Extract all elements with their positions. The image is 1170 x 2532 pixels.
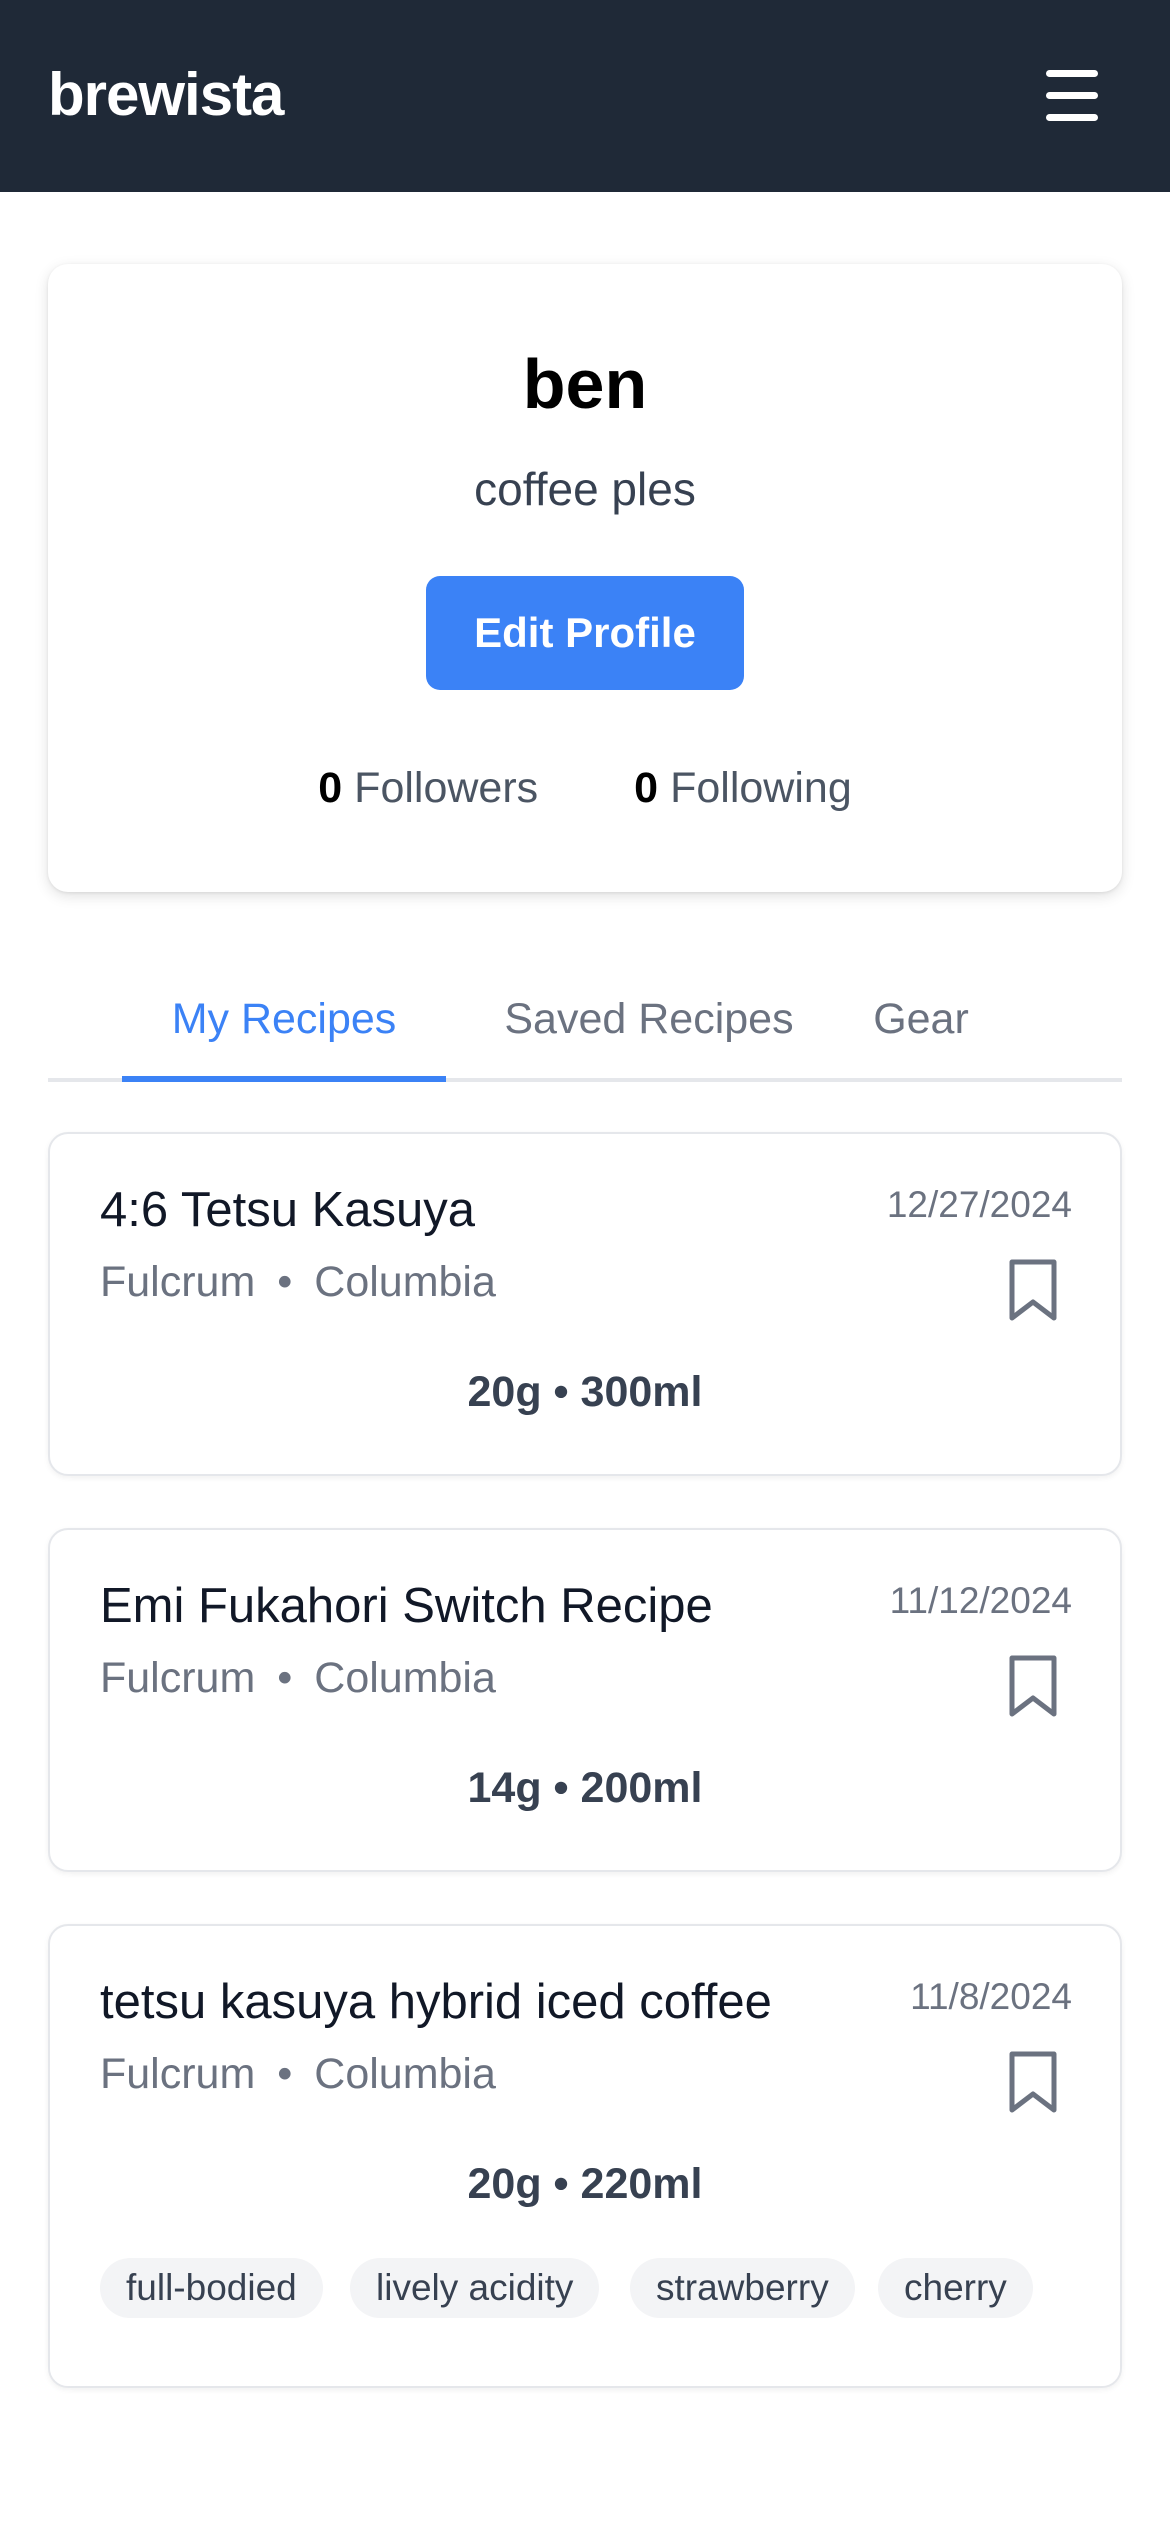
recipe-title[interactable]: 4:6 Tetsu Kasuya [100, 1182, 475, 1238]
profile-username: ben [522, 345, 648, 423]
recipe-roaster: Fulcrum [100, 1258, 256, 1306]
top-navbar: brewista [0, 0, 1170, 192]
recipe-origin: Fulcrum • Columbia [100, 1654, 496, 1703]
recipe-origin: Fulcrum • Columbia [100, 2050, 496, 2099]
tab-saved-recipes[interactable]: Saved Recipes [494, 984, 804, 1082]
tag-chip[interactable]: cherry [878, 2258, 1033, 2318]
following-label: Following [670, 764, 852, 812]
recipe-origin-country: Columbia [314, 1654, 496, 1702]
followers-stat[interactable]: 0 Followers [318, 764, 538, 813]
bookmark-icon[interactable] [1006, 2050, 1060, 2114]
recipe-origin-country: Columbia [314, 1258, 496, 1306]
bookmark-icon[interactable] [1006, 1258, 1060, 1322]
recipe-card[interactable]: Emi Fukahori Switch Recipe Fulcrum • Col… [48, 1528, 1122, 1872]
profile-tabs: My Recipes Saved Recipes Gear [48, 984, 1122, 1082]
edit-profile-button[interactable]: Edit Profile [426, 576, 744, 690]
followers-count: 0 [318, 764, 343, 812]
recipe-date: 12/27/2024 [886, 1184, 1072, 1225]
separator-dot: • [277, 2050, 293, 2098]
recipe-title[interactable]: Emi Fukahori Switch Recipe [100, 1578, 713, 1634]
followers-label: Followers [354, 764, 539, 812]
recipe-card[interactable]: 4:6 Tetsu Kasuya Fulcrum • Columbia 12/2… [48, 1132, 1122, 1476]
recipe-origin-country: Columbia [314, 2050, 496, 2098]
tag-chip[interactable]: lively acidity [350, 2258, 600, 2318]
tag-chip[interactable]: strawberry [630, 2258, 855, 2318]
separator-dot: • [277, 1258, 293, 1306]
recipe-card[interactable]: tetsu kasuya hybrid iced coffee Fulcrum … [48, 1924, 1122, 2388]
recipe-roaster: Fulcrum [100, 2050, 256, 2098]
hamburger-menu-icon[interactable] [1040, 66, 1108, 126]
tab-my-recipes[interactable]: My Recipes [122, 984, 446, 1082]
card-bottom-padding [50, 2336, 1120, 2386]
recipe-origin: Fulcrum • Columbia [100, 1258, 496, 1307]
recipe-date: 11/8/2024 [910, 1976, 1072, 2017]
recipe-date: 11/12/2024 [889, 1580, 1072, 1621]
recipe-dose-water: 14g • 200ml [467, 1764, 703, 1812]
recipe-title[interactable]: tetsu kasuya hybrid iced coffee [100, 1974, 772, 2030]
recipe-roaster: Fulcrum [100, 1654, 256, 1702]
recipe-dose-water: 20g • 220ml [467, 2160, 703, 2208]
tab-gear[interactable]: Gear [856, 984, 986, 1082]
tag-chip[interactable]: full-bodied [100, 2258, 323, 2318]
profile-card: ben coffee ples Edit Profile 0 Followers … [48, 264, 1122, 892]
separator-dot: • [277, 1654, 293, 1702]
brand-logo[interactable]: brewista [48, 60, 284, 129]
profile-stats: 0 Followers 0 Following [48, 764, 1122, 813]
following-count: 0 [634, 764, 659, 812]
bookmark-icon[interactable] [1006, 1654, 1060, 1718]
recipe-dose-water: 20g • 300ml [467, 1368, 703, 1416]
following-stat[interactable]: 0 Following [634, 764, 852, 813]
profile-bio: coffee ples [474, 463, 696, 515]
